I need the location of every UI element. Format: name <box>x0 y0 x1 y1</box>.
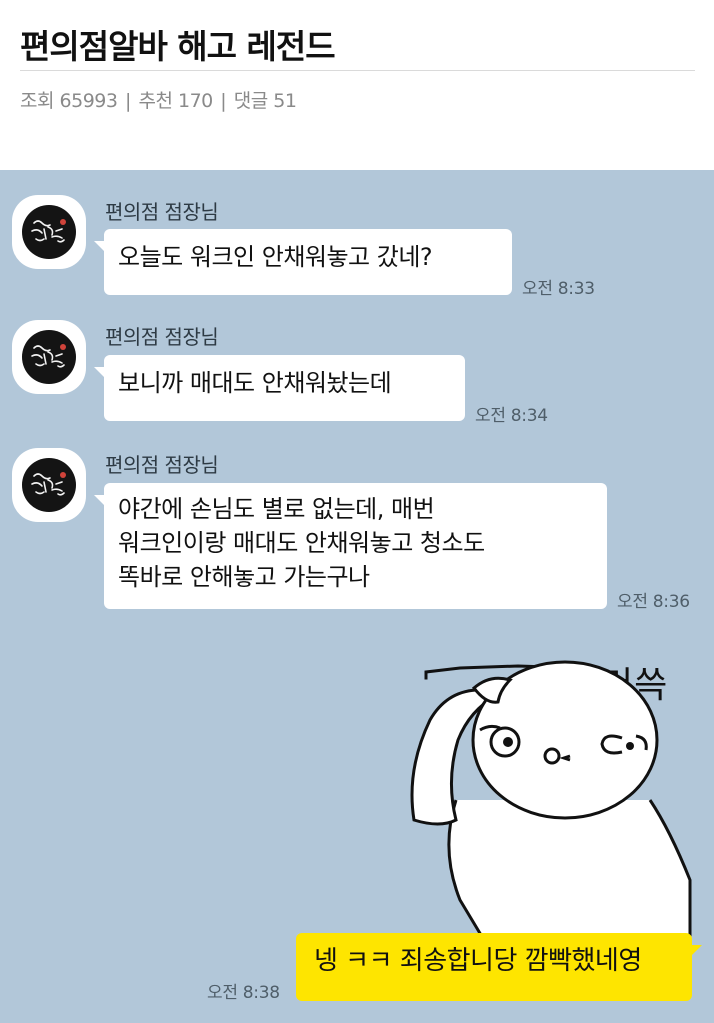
sender-name: 편의점 점장님 <box>105 453 219 477</box>
message-bubble[interactable]: 보니까 매대도 안채워놨는데 <box>94 355 465 421</box>
sender-name: 편의점 점장님 <box>105 325 219 349</box>
reply-bubble[interactable]: 넹 ㅋㅋ 죄송합니당 깜빡했네영 <box>296 933 702 1001</box>
store-logo-icon <box>22 330 76 384</box>
reply-time: 오전 8:38 <box>207 983 280 1003</box>
post-title: 편의점알바 해고 레전드 <box>20 27 336 66</box>
message-text-line: 똑바로 안해놓고 가는구나 <box>118 563 370 591</box>
reply-text: 넹 ㅋㅋ 죄송합니당 깜빡했네영 <box>314 946 642 976</box>
post-header: 편의점알바 해고 레전드 조회 65993 | 추천 170 | 댓글 51 <box>0 0 714 170</box>
message-time: 오전 8:34 <box>475 406 548 426</box>
views-count: 65993 <box>59 90 118 112</box>
comments-label: 댓글 <box>233 90 268 112</box>
message-text-line: 워크인이랑 매대도 안채워놓고 청소도 <box>118 529 485 557</box>
meta-separator: | <box>125 90 131 112</box>
message-time: 오전 8:33 <box>522 279 595 299</box>
recommend-label: 추천 <box>138 90 173 112</box>
embarrassed-sticker-icon[interactable] <box>400 650 700 950</box>
meta-separator: | <box>220 90 227 112</box>
message-text-line: 야간에 손님도 별로 없는데, 매번 <box>118 495 435 523</box>
sender-name: 편의점 점장님 <box>105 200 219 224</box>
message-text: 보니까 매대도 안채워놨는데 <box>118 369 392 397</box>
views-label: 조회 <box>20 90 54 112</box>
header-divider <box>20 70 695 71</box>
sender-avatar[interactable] <box>12 195 86 269</box>
message-bubble[interactable]: 야간에 손님도 별로 없는데, 매번 워크인이랑 매대도 안채워놓고 청소도 똑… <box>94 483 607 609</box>
message-time: 오전 8:36 <box>617 592 690 612</box>
post-meta: 조회 65993 | 추천 170 | 댓글 51 <box>20 86 297 113</box>
chat-screenshot: 편의점 점장님 오늘도 워크인 안채워놓고 갔네? 오전 8:33 편의점 점장… <box>0 170 714 1023</box>
message-bubble[interactable]: 오늘도 워크인 안채워놓고 갔네? <box>94 229 512 295</box>
sender-avatar[interactable] <box>12 320 86 394</box>
store-logo-icon <box>22 458 76 512</box>
message-text: 오늘도 워크인 안채워놓고 갔네? <box>118 243 433 271</box>
recommend-count: 170 <box>177 90 213 112</box>
sender-avatar[interactable] <box>12 448 86 522</box>
comments-count: 51 <box>273 90 297 112</box>
store-logo-icon <box>22 205 76 259</box>
